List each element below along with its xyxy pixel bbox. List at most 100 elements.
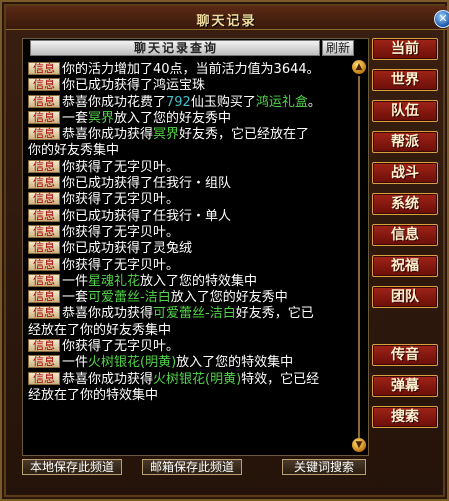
message-line: 信息 恭喜你成功获得冥界好友秀，它已经放在了: [28, 127, 353, 143]
scroll-down-button[interactable]: ▼: [352, 438, 366, 452]
message-line: 信息 你的活力增加了40点，当前活力值为3644。: [28, 62, 353, 78]
scrollbar[interactable]: ▲ ▼: [352, 60, 366, 454]
message-text: 你获得了无字贝叶。: [62, 339, 180, 355]
message-text: 好友秀，它已经放在了: [179, 127, 310, 143]
message-line: 信息 恭喜你成功获得火树银花(明黄)特效，它已经: [28, 371, 353, 388]
message-text: 你已成功获得了任我行・单人: [62, 208, 232, 224]
channel-tag[interactable]: 信息: [28, 257, 60, 271]
tab-battle[interactable]: 战斗: [372, 162, 438, 184]
close-button[interactable]: ✕: [434, 10, 449, 28]
tab-team[interactable]: 队伍: [372, 100, 438, 122]
message-line: 信息 一套冥界放入了您的好友秀中: [28, 110, 353, 127]
scroll-track[interactable]: [358, 76, 360, 438]
scroll-up-button[interactable]: ▲: [352, 60, 366, 74]
channel-tag[interactable]: 信息: [28, 371, 60, 385]
save-local-button[interactable]: 本地保存此频道: [22, 459, 122, 475]
channel-tag[interactable]: 信息: [28, 176, 60, 190]
message-line: 信息 一件火树银花(明黄)放入了您的特效集中: [28, 355, 353, 371]
message-text: 恭喜你成功获得: [62, 127, 154, 143]
tab-system[interactable]: 系统: [372, 193, 438, 215]
channel-tag[interactable]: 信息: [28, 192, 60, 206]
keyword-search-button[interactable]: 关键词搜索: [282, 459, 366, 475]
channel-tag[interactable]: 信息: [28, 159, 60, 173]
message-text: 经放在了你的好友秀集中: [28, 322, 172, 338]
message-text: 你获得了无字贝叶。: [62, 224, 180, 240]
message-text: 你获得了无字贝叶。: [62, 257, 180, 273]
message-text: 经放在了你的特效集中: [28, 387, 159, 403]
item-link[interactable]: 可爱蕾丝-洁白: [88, 290, 171, 305]
title-bar[interactable]: 聊天记录 ✕: [6, 6, 449, 30]
message-line: 信息 一套可爱蕾丝-洁白放入了您的好友秀中: [28, 290, 353, 306]
message-text: 仙玉购买了: [190, 94, 256, 110]
item-link[interactable]: 冥界: [153, 127, 179, 142]
item-link[interactable]: 火树银花(明黄): [88, 355, 176, 370]
message-text: 你已成功获得了鸿运宝珠: [62, 78, 206, 94]
message-text: 好友秀，它已: [235, 306, 314, 322]
message-line: 信息 你已成功获得了灵兔绒: [28, 241, 353, 257]
message-text: 792: [166, 94, 191, 110]
refresh-button[interactable]: 刷新: [322, 40, 354, 56]
tab-world[interactable]: 世界: [372, 69, 438, 91]
message-text: 放入了您的好友秀中: [114, 110, 232, 126]
message-text: 一套: [62, 110, 89, 126]
channel-tag[interactable]: 信息: [28, 241, 60, 255]
channel-tag[interactable]: 信息: [28, 224, 60, 238]
tab-guild[interactable]: 帮派: [372, 131, 438, 153]
message-text: 你的活力增加了40点，当前活力值为3644。: [62, 62, 320, 77]
item-link[interactable]: 冥界: [88, 111, 114, 126]
channel-tag[interactable]: 信息: [28, 273, 60, 287]
channel-tag[interactable]: 信息: [28, 306, 60, 320]
channel-tag[interactable]: 信息: [28, 355, 60, 369]
message-text: 放入了您的特效集中: [176, 355, 294, 371]
message-line: 你的好友秀集中: [28, 143, 353, 159]
tab-current[interactable]: 当前: [372, 38, 438, 60]
channel-tag[interactable]: 信息: [28, 208, 60, 222]
message-text: 恭喜你成功获得: [62, 306, 154, 322]
tab-whisper[interactable]: 传音: [372, 344, 438, 366]
channel-tag[interactable]: 信息: [28, 62, 60, 75]
channel-tag[interactable]: 信息: [28, 339, 60, 353]
tab-info[interactable]: 信息: [372, 224, 438, 246]
tab-barrage[interactable]: 弹幕: [372, 375, 438, 397]
message-text: 你的好友秀集中: [28, 143, 120, 159]
message-log: 信息 你的活力增加了40点，当前活力值为3644。 信息 你已成功获得了鸿运宝珠 信息恭…: [28, 62, 353, 446]
message-text: 一套: [62, 290, 89, 306]
message-line: 信息 你获得了无字贝叶。: [28, 192, 353, 208]
channel-tag[interactable]: 信息: [28, 110, 60, 124]
message-line: 信息 你获得了无字贝叶。: [28, 224, 353, 241]
message-line: 信息 你获得了无字贝叶。: [28, 339, 353, 355]
message-text: 一件: [62, 355, 89, 371]
save-mail-button[interactable]: 邮箱保存此频道: [142, 459, 242, 475]
query-bar: 聊天记录查询: [30, 40, 320, 56]
message-line: 信息 你获得了无字贝叶。: [28, 159, 353, 176]
message-text: 恭喜你成功获得: [62, 371, 154, 387]
item-link[interactable]: 鸿运礼盒: [256, 95, 308, 110]
message-text: 特效，它已经: [241, 371, 320, 387]
tab-blessing[interactable]: 祝福: [372, 255, 438, 277]
channel-tag[interactable]: 信息: [28, 94, 60, 108]
channel-tag[interactable]: 信息: [28, 290, 60, 304]
message-line: 信息 你已成功获得了任我行・组队: [28, 176, 353, 192]
tab-search[interactable]: 搜索: [372, 406, 438, 428]
message-text: 放入了您的好友秀中: [170, 290, 288, 306]
tab-group[interactable]: 团队: [372, 286, 438, 308]
message-text: 一件: [62, 273, 89, 289]
message-text: 你已成功获得了任我行・组队: [62, 176, 232, 192]
channel-tag[interactable]: 信息: [28, 127, 60, 141]
message-line: 经放在了你的好友秀集中: [28, 323, 353, 339]
message-text: 。: [307, 94, 321, 110]
message-line: 信息 你获得了无字贝叶。: [28, 257, 353, 274]
message-text: 你获得了无字贝叶。: [62, 159, 180, 175]
message-line: 信息 你已成功获得了鸿运宝珠: [28, 78, 353, 94]
query-label: 聊天记录查询: [133, 41, 218, 55]
message-text: 你获得了无字贝叶。: [62, 192, 180, 208]
message-text: 你已成功获得了灵兔绒: [62, 241, 193, 257]
item-link[interactable]: 可爱蕾丝-洁白: [153, 306, 236, 321]
item-link[interactable]: 火树银花(明黄): [153, 372, 241, 387]
message-text: 放入了您的特效集中: [140, 273, 258, 289]
item-link[interactable]: 星魂礼花: [88, 274, 140, 289]
message-line: 信息 你已成功获得了任我行・单人: [28, 208, 353, 225]
channel-tag[interactable]: 信息: [28, 78, 60, 92]
message-line: 信息 一件星魂礼花放入了您的特效集中: [28, 273, 353, 290]
message-line: 信息 恭喜你成功花费了792仙玉购买了鸿运礼盒。: [28, 94, 353, 111]
